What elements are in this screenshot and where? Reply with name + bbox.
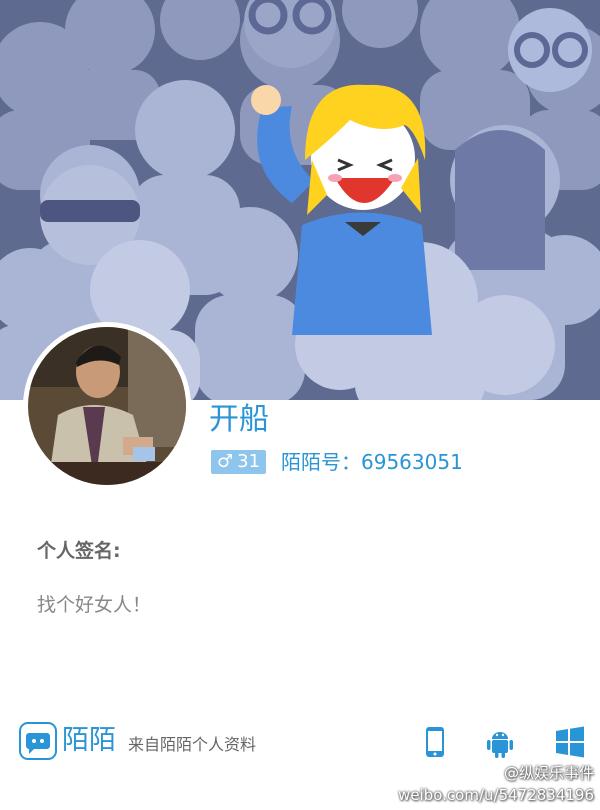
weibo-icon	[478, 765, 504, 783]
male-icon: ♂	[217, 451, 234, 472]
momo-id-value: 69563051	[361, 450, 463, 474]
phone-icon[interactable]	[418, 725, 452, 759]
age-value: 31	[237, 451, 261, 472]
source-note: 来自陌陌个人资料	[128, 735, 257, 754]
avatar[interactable]	[23, 322, 191, 490]
windows-icon[interactable]	[553, 725, 587, 759]
watermark-handle: @纵娱乐事件	[398, 762, 594, 784]
gender-age-badge: ♂ 31	[211, 450, 267, 474]
signature-text: 找个好女人！	[37, 594, 152, 616]
momo-id-label: 陌陌号：	[281, 450, 361, 474]
watermark-url: weibo.com/u/5472834196	[398, 786, 594, 804]
android-icon[interactable]	[483, 725, 517, 759]
watermark: @纵娱乐事件 weibo.com/u/5472834196	[398, 762, 594, 806]
momo-id: 陌陌号：69563051	[281, 448, 463, 476]
profile-name: 开船	[209, 402, 269, 437]
brand-name: 陌陌	[62, 725, 116, 756]
avatar-photo	[28, 327, 186, 485]
signature-title: 个人签名:	[37, 540, 121, 562]
momo-logo-icon	[19, 722, 57, 760]
